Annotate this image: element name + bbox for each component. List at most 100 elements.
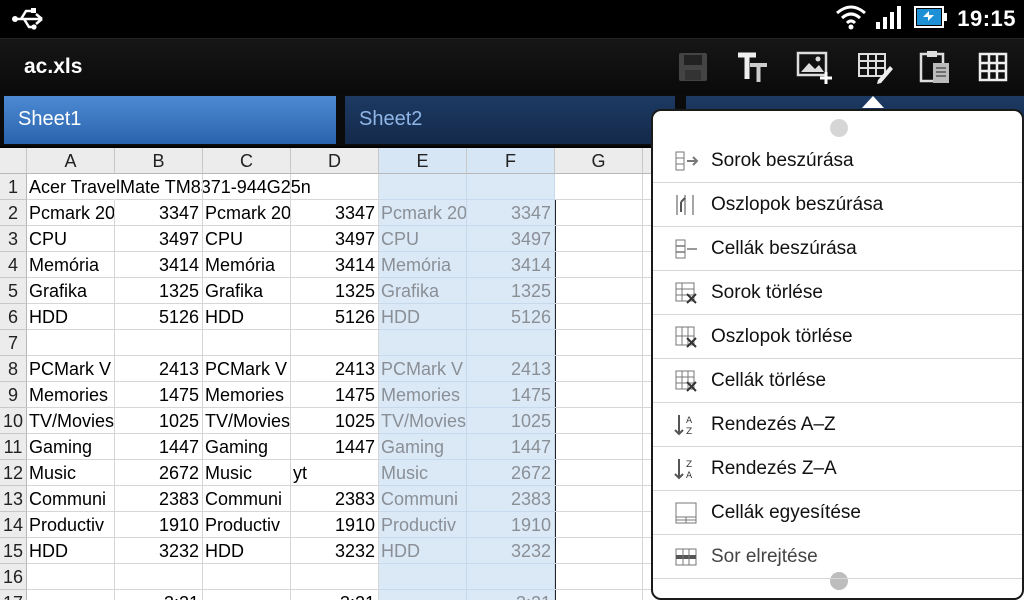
menu-item-delete-columns[interactable]: Oszlopok törlése <box>653 315 1022 359</box>
table-cell[interactable] <box>203 590 291 600</box>
table-cell[interactable] <box>555 200 643 226</box>
table-cell[interactable]: 1447 <box>467 434 555 460</box>
column-header-c[interactable]: C <box>203 148 291 174</box>
row-header-10[interactable]: 10 <box>0 408 27 434</box>
table-cell[interactable] <box>555 356 643 382</box>
table-cell[interactable]: Memories <box>379 382 467 408</box>
table-cell[interactable] <box>555 434 643 460</box>
table-cell[interactable] <box>555 174 643 200</box>
row-header-12[interactable]: 12 <box>0 460 27 486</box>
table-cell[interactable] <box>555 512 643 538</box>
table-cell[interactable] <box>555 486 643 512</box>
row-header-8[interactable]: 8 <box>0 356 27 382</box>
table-cell[interactable]: PCMark V <box>203 356 291 382</box>
table-cell[interactable] <box>27 590 115 600</box>
table-cell[interactable]: Pcmark 20 <box>203 200 291 226</box>
table-cell[interactable] <box>555 538 643 564</box>
table-cell[interactable]: Productiv <box>379 512 467 538</box>
table-cell[interactable]: 1447 <box>115 434 203 460</box>
table-cell[interactable] <box>555 460 643 486</box>
menu-item-hide-row[interactable]: Sor elrejtése <box>653 535 1022 579</box>
table-cell[interactable]: Productiv <box>203 512 291 538</box>
table-cell[interactable] <box>379 174 467 200</box>
table-cell[interactable] <box>379 564 467 590</box>
table-cell[interactable]: 1475 <box>467 382 555 408</box>
table-cell[interactable]: Productiv <box>27 512 115 538</box>
table-cell[interactable]: 3497 <box>115 226 203 252</box>
table-cell[interactable] <box>115 330 203 356</box>
menu-item-insert-rows[interactable]: Sorok beszúrása <box>653 139 1022 183</box>
menu-item-delete-cells[interactable]: Cellák törlése <box>653 359 1022 403</box>
table-cell[interactable]: Pcmark 20 <box>379 200 467 226</box>
table-cell[interactable] <box>27 564 115 590</box>
table-cell[interactable] <box>203 330 291 356</box>
table-cell[interactable]: 3232 <box>115 538 203 564</box>
table-cell[interactable]: yt <box>291 460 379 486</box>
table-cell[interactable]: HDD <box>203 538 291 564</box>
table-cell[interactable] <box>115 564 203 590</box>
table-cell[interactable]: 2672 <box>467 460 555 486</box>
table-cell[interactable]: 2413 <box>115 356 203 382</box>
table-cell[interactable]: Memories <box>27 382 115 408</box>
table-cell[interactable]: Grafika <box>203 278 291 304</box>
table-cell[interactable]: Pcmark 20 <box>27 200 115 226</box>
tab-sheet1[interactable]: Sheet1 <box>4 96 336 144</box>
table-cell[interactable]: 3414 <box>467 252 555 278</box>
table-cell[interactable] <box>555 252 643 278</box>
table-edit-icon[interactable] <box>854 47 896 87</box>
table-cell[interactable]: TV/Movies <box>379 408 467 434</box>
row-header-3[interactable]: 3 <box>0 226 27 252</box>
table-cell[interactable]: 3347 <box>467 200 555 226</box>
table-cell[interactable]: 1447 <box>291 434 379 460</box>
row-header-11[interactable]: 11 <box>0 434 27 460</box>
table-cell[interactable]: 3:21 <box>291 590 379 600</box>
table-cell[interactable]: HDD <box>203 304 291 330</box>
table-cell[interactable]: Memória <box>379 252 467 278</box>
table-cell[interactable]: HDD <box>379 538 467 564</box>
corner-cell[interactable] <box>0 148 27 174</box>
text-format-icon[interactable] <box>731 47 773 87</box>
row-header-17[interactable]: 17 <box>0 590 27 600</box>
table-cell[interactable] <box>379 330 467 356</box>
table-cell[interactable] <box>467 564 555 590</box>
table-cell[interactable]: 1325 <box>291 278 379 304</box>
table-cell[interactable]: Music <box>203 460 291 486</box>
table-cell[interactable] <box>291 174 379 200</box>
save-icon[interactable] <box>672 47 714 87</box>
row-header-16[interactable]: 16 <box>0 564 27 590</box>
row-header-13[interactable]: 13 <box>0 486 27 512</box>
table-cell[interactable] <box>555 330 643 356</box>
table-cell[interactable]: 5126 <box>115 304 203 330</box>
table-cell[interactable]: 3497 <box>467 226 555 252</box>
row-header-1[interactable]: 1 <box>0 174 27 200</box>
column-header-f[interactable]: F <box>467 148 555 174</box>
table-cell[interactable]: HDD <box>379 304 467 330</box>
table-cell[interactable]: 3232 <box>467 538 555 564</box>
menu-item-insert-cells[interactable]: Cellák beszúrása <box>653 227 1022 271</box>
table-cell[interactable]: 2413 <box>467 356 555 382</box>
table-cell[interactable]: Gaming <box>203 434 291 460</box>
table-cell[interactable]: 3:21 <box>467 590 555 600</box>
row-header-5[interactable]: 5 <box>0 278 27 304</box>
table-cell[interactable] <box>555 590 643 600</box>
table-cell[interactable]: 1025 <box>467 408 555 434</box>
table-cell[interactable]: CPU <box>27 226 115 252</box>
table-cell[interactable]: Gaming <box>379 434 467 460</box>
table-cell[interactable]: Memória <box>203 252 291 278</box>
row-header-6[interactable]: 6 <box>0 304 27 330</box>
table-cell[interactable]: Memória <box>27 252 115 278</box>
table-cell[interactable]: 2413 <box>291 356 379 382</box>
menu-item-sort-ascending[interactable]: A Z Rendezés A–Z <box>653 403 1022 447</box>
table-cell[interactable]: 2383 <box>115 486 203 512</box>
table-cell[interactable]: PCMark V <box>379 356 467 382</box>
table-cell[interactable] <box>555 382 643 408</box>
column-header-d[interactable]: D <box>291 148 379 174</box>
column-header-a[interactable]: A <box>27 148 115 174</box>
scroll-up-icon[interactable] <box>830 119 848 137</box>
column-header-g[interactable]: G <box>555 148 643 174</box>
table-cell[interactable]: CPU <box>203 226 291 252</box>
table-cell[interactable]: Acer TravelMate TM8371-944G25n <box>27 174 311 200</box>
table-cell[interactable]: PCMark V <box>27 356 115 382</box>
table-cell[interactable]: 1910 <box>467 512 555 538</box>
table-cell[interactable]: 5126 <box>467 304 555 330</box>
